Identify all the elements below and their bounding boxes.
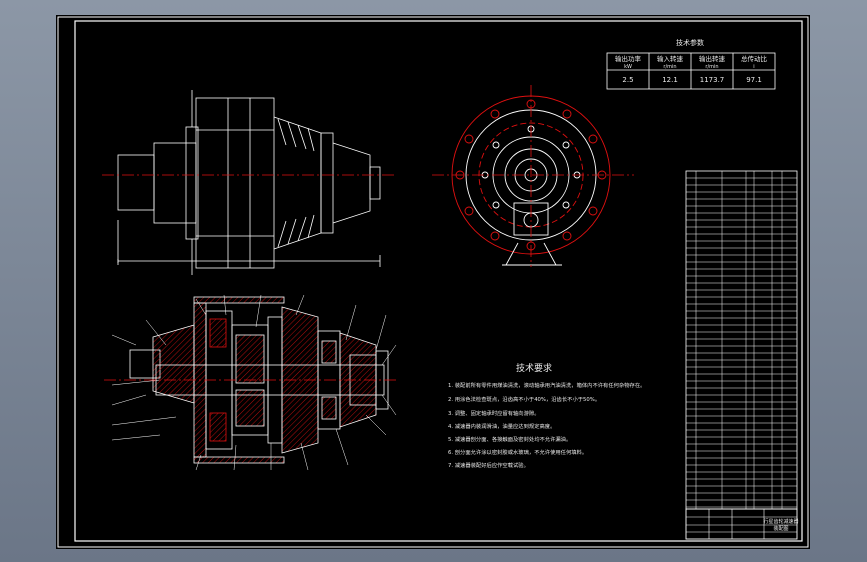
param-unit: r/min <box>705 64 718 70</box>
tech-note: 4. 减速器内装润滑油，油量应达到规定高度。 <box>448 422 555 430</box>
title-block-name: 行星齿轮减速器 <box>763 518 798 525</box>
tech-title: 技术要求 <box>516 362 552 374</box>
param-header: 总传动比 <box>741 54 768 63</box>
tech-note: 6. 剖分面允许涂以密封胶或水玻璃，不允许使用任何填料。 <box>448 448 587 456</box>
params-title: 技术参数 <box>676 38 704 47</box>
outer-border <box>57 16 809 548</box>
tech-note: 2. 用涂色法检查斑点，沿齿高不小于40%，沿齿长不小于50%。 <box>448 395 600 403</box>
tech-note: 5. 减速器剖分面、各接触面及密封处均不允许漏油。 <box>448 435 571 443</box>
param-value: 12.1 <box>662 76 678 84</box>
param-header: 输出转速 <box>699 54 726 63</box>
inner-border <box>74 20 803 542</box>
param-value: 97.1 <box>746 76 762 84</box>
param-unit: i <box>753 64 754 70</box>
side-elevation-view <box>117 90 381 275</box>
param-unit: kW <box>624 64 632 70</box>
param-value: 1173.7 <box>700 76 725 84</box>
drawing-sheet: 技术参数 输出功率 输入转速 输出转速 总传动比 kW r/min r/min … <box>56 15 810 549</box>
param-header: 输出功率 <box>615 54 642 63</box>
tech-requirements: 技术要求 1. 装配前所有零件用煤油清洗，滚动轴承用汽油清洗，箱体内不许有任何杂… <box>448 362 645 469</box>
tech-note: 1. 装配前所有零件用煤油清洗，滚动轴承用汽油清洗，箱体内不许有任何杂物存在。 <box>448 381 645 389</box>
param-header: 输入转速 <box>657 54 684 63</box>
param-unit: r/min <box>663 64 676 70</box>
tech-note: 7. 减速器装配好后应作空载试验。 <box>448 461 529 469</box>
params-table: 技术参数 输出功率 输入转速 输出转速 总传动比 kW r/min r/min … <box>606 38 776 90</box>
param-value: 2.5 <box>622 76 633 84</box>
section-view <box>111 294 397 471</box>
parts-list <box>685 170 798 510</box>
cad-drawing: 技术参数 输出功率 输入转速 输出转速 总传动比 kW r/min r/min … <box>57 16 809 548</box>
title-block-sub: 装配图 <box>773 525 788 532</box>
tech-note: 3. 调整、固定轴承时应留有轴向游隙。 <box>448 409 540 417</box>
